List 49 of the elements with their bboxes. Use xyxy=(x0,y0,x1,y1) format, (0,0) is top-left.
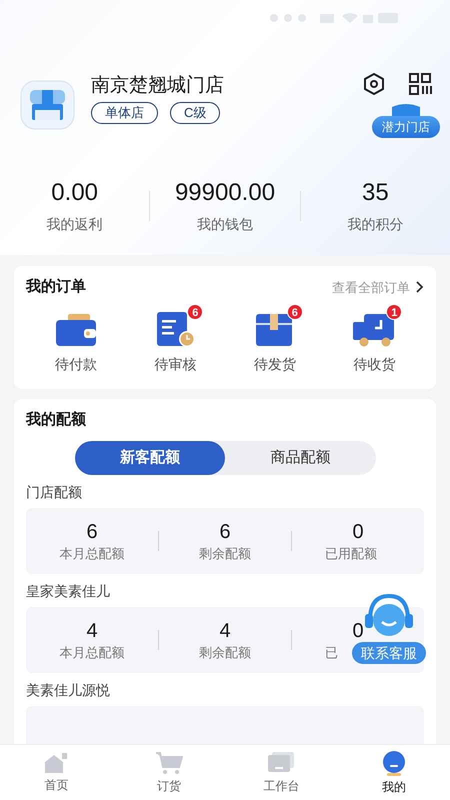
quota-value: 4 xyxy=(86,618,98,642)
stat-value: 99900.00 xyxy=(174,178,276,208)
nav-tab[interactable]: 首页 xyxy=(0,745,112,800)
order-status-button[interactable]: 1 待收货 xyxy=(324,302,424,374)
quota-tab[interactable]: 商品配额 xyxy=(225,441,376,475)
quota-value: 0 xyxy=(352,618,364,642)
quota-label: 剩余配额 xyxy=(199,644,251,660)
store-tag: C级 xyxy=(170,102,220,124)
stat-label: 我的返利 xyxy=(46,215,103,234)
quota-group-name: 皇家美素佳儿 xyxy=(26,582,111,601)
profile-icon xyxy=(380,750,407,776)
section-title: 我的订单 xyxy=(26,277,86,297)
quota-value: 6 xyxy=(86,520,98,544)
order-status-button[interactable]: 待付款 xyxy=(26,302,126,374)
order-status-button[interactable]: 6 待发货 xyxy=(225,302,324,374)
stat-value: 0.00 xyxy=(51,178,98,208)
section-title: 我的配额 xyxy=(26,410,87,430)
stat-value: 35 xyxy=(362,178,389,208)
quota-group-name: 美素佳儿源悦 xyxy=(26,681,111,700)
quota-value: 0 xyxy=(352,520,364,544)
store-name: 南京楚翘城门店 xyxy=(91,74,224,98)
count-badge: 6 xyxy=(286,304,303,320)
store-tag: 单体店 xyxy=(91,102,158,124)
count-badge: 6 xyxy=(187,304,204,320)
chevron-icon xyxy=(416,281,424,294)
monitor-icon xyxy=(267,750,296,774)
quota-label: 已用配额 xyxy=(325,546,377,560)
quota-tab[interactable]: 新客配额 xyxy=(74,441,225,475)
nav-tab[interactable]: 工作台 xyxy=(225,745,338,800)
count-badge: 1 xyxy=(386,304,402,320)
quota-label: 本月总配额 xyxy=(60,644,124,660)
stat-label: 我的积分 xyxy=(347,215,404,234)
nav-tab[interactable]: 订货 xyxy=(112,745,225,800)
quota-label: 剩余配额 xyxy=(199,546,251,560)
quota-label: 本月总配额 xyxy=(60,546,124,560)
quota-value: 4 xyxy=(219,618,231,642)
house-icon xyxy=(43,752,70,774)
cart-icon xyxy=(154,750,183,774)
quota-value: 6 xyxy=(219,520,231,544)
stat-label: 我的钱包 xyxy=(196,215,253,234)
nav-tab[interactable]: 我的 xyxy=(338,745,450,800)
settings-icon[interactable] xyxy=(362,72,386,96)
wallet-icon xyxy=(54,312,98,348)
qr-code-icon[interactable] xyxy=(408,72,432,96)
quota-label: 已 xyxy=(325,644,338,660)
order-status-button[interactable]: 6 待审核 xyxy=(126,302,225,374)
store-level-badge: 潜力门店 xyxy=(372,116,440,138)
store-avatar-icon xyxy=(20,80,75,130)
quota-group-name: 门店配额 xyxy=(26,483,83,502)
